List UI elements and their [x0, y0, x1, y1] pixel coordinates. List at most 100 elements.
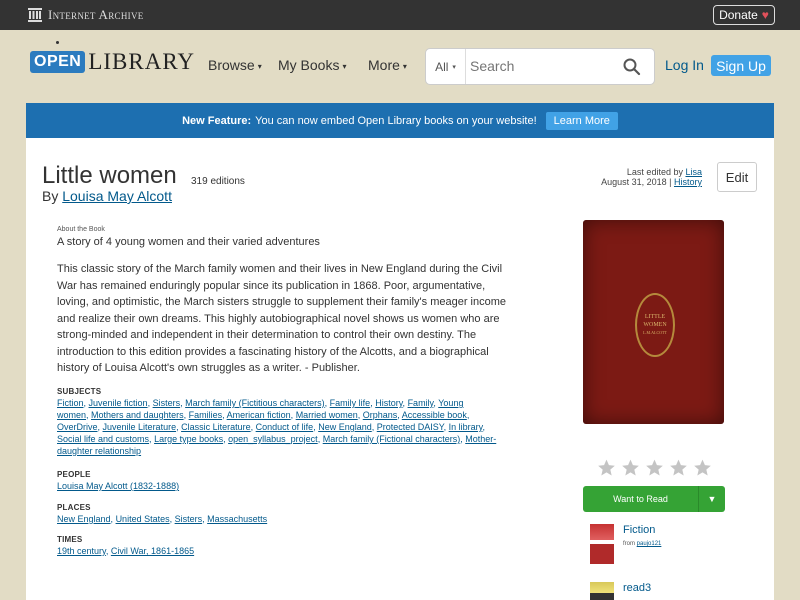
subject-link[interactable]: Orphans — [363, 410, 398, 420]
subject-link[interactable]: In library — [449, 422, 483, 432]
subject-link[interactable]: American fiction — [227, 410, 291, 420]
donate-button[interactable]: Donate ♥ — [713, 5, 775, 25]
link-separator: , — [466, 410, 470, 420]
want-to-read-button[interactable]: Want to Read — [583, 486, 699, 512]
link-separator: , — [482, 422, 486, 432]
author-link[interactable]: Louisa May Alcott — [62, 188, 172, 204]
list-name-fiction[interactable]: Fiction — [623, 524, 655, 536]
place-link[interactable]: New England — [57, 514, 111, 524]
last-edited: Last edited by Lisa August 31, 2018 | Hi… — [601, 167, 702, 187]
subject-link[interactable]: Families — [189, 410, 223, 420]
subject-link[interactable]: Conduct of life — [256, 422, 314, 432]
people-list: Louisa May Alcott (1832-1888) — [57, 480, 497, 492]
book-cover[interactable]: LITTLE WOMEN L.M.ALCOTT — [583, 220, 724, 424]
subject-link[interactable]: open_syllabus_project — [228, 434, 318, 444]
list-thumbnail-fiction[interactable] — [590, 524, 614, 564]
nav-more[interactable]: More ▾ — [368, 57, 407, 73]
time-link[interactable]: Civil War, 1861-1865 — [111, 546, 194, 556]
place-link[interactable]: United States — [116, 514, 170, 524]
byline: By Louisa May Alcott — [42, 188, 172, 204]
subject-link[interactable]: Sisters — [153, 398, 181, 408]
nav-browse-label: Browse — [208, 57, 255, 73]
login-link[interactable]: Log In — [665, 57, 704, 73]
time-link[interactable]: 19th century — [57, 546, 106, 556]
nav-my-books[interactable]: My Books ▾ — [278, 57, 346, 73]
times-label: TIMES — [57, 535, 83, 544]
list-name-read3[interactable]: read3 — [623, 582, 651, 594]
search-box: All ▾ — [425, 48, 655, 85]
internet-archive-logo[interactable]: Internet Archive — [28, 6, 144, 24]
triangle-down-icon: ▼ — [707, 494, 717, 504]
chevron-down-icon: ▾ — [452, 63, 456, 71]
editions-count: 319 editions — [191, 176, 245, 187]
place-link[interactable]: Massachusetts — [207, 514, 267, 524]
book-description: This classic story of the March family w… — [57, 263, 507, 374]
star-icon[interactable] — [692, 458, 713, 478]
edit-button[interactable]: Edit — [717, 162, 757, 192]
feature-banner: New Feature: You can now embed Open Libr… — [26, 103, 774, 138]
cover-author: L.M.ALCOTT — [643, 330, 667, 335]
places-list: New England, United States, Sisters, Mas… — [57, 513, 497, 525]
signup-button[interactable]: Sign Up — [711, 55, 771, 76]
book-title: Little women — [42, 162, 177, 189]
list-owner-link[interactable]: paujo121 — [637, 541, 662, 547]
subject-link[interactable]: Juvenile Literature — [103, 422, 177, 432]
banner-message: You can now embed Open Library books on … — [255, 114, 537, 127]
search-scope-select[interactable]: All ▾ — [426, 49, 466, 84]
places-label: PLACES — [57, 503, 91, 512]
last-edited-user[interactable]: Lisa — [685, 167, 702, 177]
search-scope-label: All — [435, 59, 449, 74]
nav-browse[interactable]: Browse ▾ — [208, 57, 262, 73]
subject-link[interactable]: Mothers and daughters — [91, 410, 184, 420]
nav-my-books-label: My Books — [278, 57, 340, 73]
subject-link[interactable]: Large type books — [154, 434, 223, 444]
subject-link[interactable]: Family life — [330, 398, 371, 408]
last-edited-date: August 31, 2018 — [601, 177, 667, 187]
subject-link[interactable]: Fiction — [57, 398, 84, 408]
star-icon[interactable] — [596, 458, 617, 478]
heart-icon: ♥ — [761, 8, 769, 22]
subject-link[interactable]: Accessible book — [402, 410, 467, 420]
logo-library: LIBRARY — [88, 49, 196, 74]
chevron-down-icon: ▾ — [402, 61, 407, 71]
learn-more-button[interactable]: Learn More — [545, 111, 618, 130]
nav-more-label: More — [368, 57, 400, 73]
rating-stars — [596, 458, 716, 478]
place-link[interactable]: Sisters — [175, 514, 203, 524]
subject-link[interactable]: New England — [318, 422, 372, 432]
subject-link[interactable]: OverDrive — [57, 422, 98, 432]
open-library-logo[interactable]: OPEN LIBRARY — [30, 41, 196, 80]
subject-link[interactable]: Married women — [296, 410, 358, 420]
chevron-down-icon: ▾ — [257, 61, 262, 71]
list-from-prefix: from — [623, 541, 635, 547]
cover-title-line1: LITTLE — [644, 314, 666, 320]
subject-link[interactable]: Juvenile fiction — [89, 398, 148, 408]
internet-archive-name: Internet Archive — [48, 7, 144, 22]
list-from-fiction: from paujo121 — [623, 541, 661, 547]
subjects-list: Fiction, Juvenile fiction, Sisters, Marc… — [57, 397, 497, 457]
by-prefix: By — [42, 188, 59, 204]
cover-title-line2: WOMEN — [643, 322, 667, 328]
subject-link[interactable]: Social life and customs — [57, 434, 149, 444]
chevron-down-icon: ▾ — [342, 61, 347, 71]
search-icon[interactable] — [622, 57, 642, 77]
subject-link[interactable]: Classic Literature — [181, 422, 251, 432]
subject-link[interactable]: History — [375, 398, 402, 408]
times-list: 19th century, Civil War, 1861-1865 — [57, 545, 497, 557]
want-to-read-control: Want to Read ▼ — [583, 486, 725, 512]
subject-link[interactable]: Family — [408, 398, 434, 408]
subject-link[interactable]: March family (Fictional characters) — [323, 434, 461, 444]
subject-link[interactable]: March family (Fictitious characters) — [185, 398, 325, 408]
donate-label: Donate — [719, 8, 758, 22]
about-label: About the Book — [57, 226, 105, 233]
star-icon[interactable] — [644, 458, 665, 478]
subject-link[interactable]: Protected DAISY — [377, 422, 444, 432]
star-icon[interactable] — [668, 458, 689, 478]
list-thumbnail-read3[interactable] — [590, 582, 614, 600]
search-input[interactable] — [470, 55, 610, 77]
want-to-read-dropdown[interactable]: ▼ — [699, 486, 725, 512]
history-link[interactable]: History — [674, 177, 702, 187]
book-summary: A story of 4 young women and their varie… — [57, 236, 320, 248]
person-link[interactable]: Louisa May Alcott (1832-1888) — [57, 481, 179, 491]
star-icon[interactable] — [620, 458, 641, 478]
